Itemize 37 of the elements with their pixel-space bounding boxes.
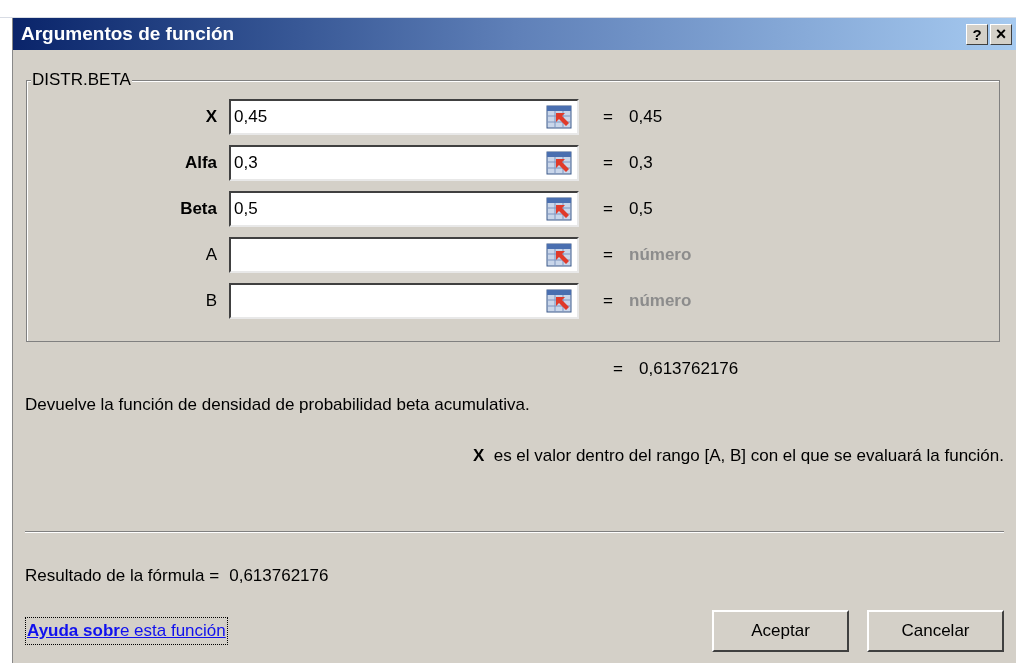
argument-field[interactable] xyxy=(229,237,579,273)
equals-sign: = xyxy=(613,358,624,380)
equals-sign: = xyxy=(603,106,614,129)
dialog-button[interactable]: Aceptar xyxy=(712,610,849,652)
range-select-icon[interactable] xyxy=(545,196,573,222)
argument-result: número xyxy=(629,290,692,313)
argument-field[interactable]: 0,5 xyxy=(229,191,579,227)
equals-sign: = xyxy=(603,152,614,175)
argument-result: 0,5 xyxy=(629,198,653,221)
argument-field[interactable]: 0,3 xyxy=(229,145,579,181)
function-result: 0,613762176 xyxy=(639,358,739,380)
argument-label: Alfa xyxy=(183,152,218,175)
help-button[interactable]: ? xyxy=(966,23,988,45)
window-title: Argumentos de función xyxy=(21,21,236,46)
function-description: Devuelve la función de densidad de probabilidad beta acumulativa. xyxy=(25,393,531,416)
argument-label: B xyxy=(204,290,218,313)
range-select-icon[interactable] xyxy=(545,104,573,130)
help-link[interactable]: Ayuda sobre esta función xyxy=(25,617,228,645)
argument-label: A xyxy=(204,244,218,267)
range-select-icon[interactable] xyxy=(545,288,573,314)
formula-result: 0,613762176 xyxy=(229,564,329,587)
equals-sign: = xyxy=(603,290,614,313)
equals-sign: = xyxy=(603,198,614,221)
argument-field[interactable] xyxy=(229,283,579,319)
formula-result-label: Resultado de la fórmula = xyxy=(25,564,220,587)
argument-description: X es el valor dentro del rango [A, B] con el que se evaluará la función. xyxy=(472,445,1004,467)
argument-field[interactable]: 0,45 xyxy=(229,99,579,135)
dialog-button[interactable]: Cancelar xyxy=(867,610,1004,652)
argument-result: número xyxy=(629,244,692,267)
close-button[interactable]: × xyxy=(990,23,1012,45)
argument-label: Beta xyxy=(179,198,218,221)
equals-sign: = xyxy=(603,244,614,267)
argument-result: 0,45 xyxy=(629,106,663,129)
argument-result: 0,3 xyxy=(629,152,653,175)
range-select-icon[interactable] xyxy=(545,242,573,268)
range-select-icon[interactable] xyxy=(545,150,573,176)
argument-label: X xyxy=(204,106,218,129)
